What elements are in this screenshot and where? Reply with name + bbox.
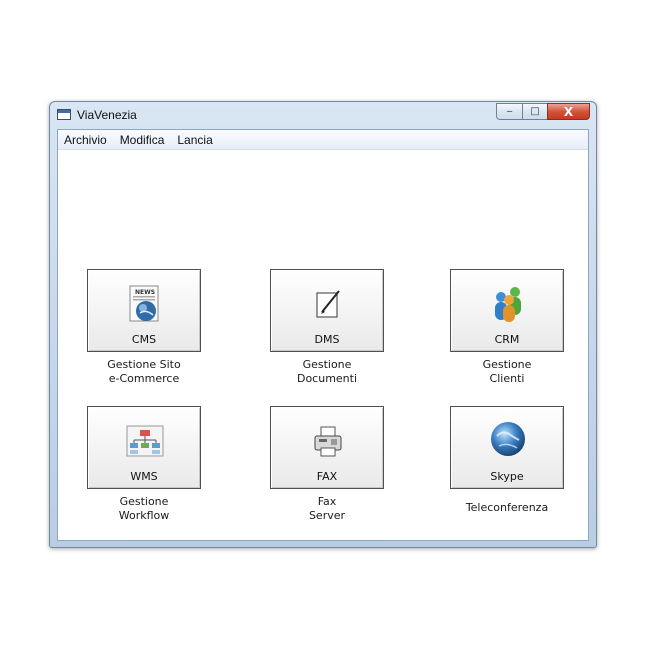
cms-caption: Gestione Sito e-Commerce [73, 358, 215, 386]
caption-buttons: ‒ □ X [496, 103, 590, 121]
crm-caption: Gestione Clienti [436, 358, 578, 386]
skype-label: Skype [490, 470, 524, 483]
menu-modifica[interactable]: Modifica [120, 133, 165, 147]
minimize-button[interactable]: ‒ [496, 103, 522, 120]
menu-lancia[interactable]: Lancia [177, 133, 212, 147]
cms-caption-line1: Gestione Sito [107, 358, 181, 371]
app-window: ViaVenezia ‒ □ X Archivio Modifica Lanci… [49, 101, 597, 548]
crm-label: CRM [494, 333, 520, 346]
fax-caption-line2: Server [308, 509, 346, 522]
fax-label: FAX [316, 470, 338, 483]
people-group-icon [495, 287, 521, 322]
crm-caption-line1: Gestione [482, 358, 532, 371]
dms-caption: Gestione Documenti [256, 358, 398, 386]
wms-caption-line2: Workflow [118, 509, 170, 522]
fax-button[interactable]: FAX [270, 406, 384, 489]
wms-caption: Gestione Workflow [73, 495, 215, 523]
menu-archivio[interactable]: Archivio [64, 133, 107, 147]
wms-label: WMS [130, 470, 158, 483]
cms-label: CMS [131, 333, 157, 346]
skype-caption: Teleconferenza [436, 501, 578, 515]
dms-caption-line2: Documenti [296, 372, 358, 385]
fax-caption-line1: Fax [317, 495, 337, 508]
app-window-icon[interactable] [57, 109, 71, 120]
globe-icon [491, 422, 525, 456]
crm-button[interactable]: CRM [450, 269, 564, 352]
wms-button[interactable]: WMS [87, 406, 201, 489]
fax-machine-icon [314, 426, 342, 457]
cms-button[interactable]: NEWS CMS [87, 269, 201, 352]
dms-caption-line1: Gestione [302, 358, 352, 371]
maximize-button[interactable]: □ [522, 103, 547, 120]
crm-caption-line2: Clienti [489, 372, 525, 385]
workflow-chart-icon [126, 425, 164, 457]
skype-caption-line1: Teleconferenza [465, 501, 549, 514]
cms-caption-line2: e-Commerce [108, 372, 180, 385]
menu-bar: Archivio Modifica Lancia [58, 130, 588, 150]
fax-caption: Fax Server [256, 495, 398, 523]
news-globe-icon: NEWS [129, 285, 159, 322]
skype-button[interactable]: Skype [450, 406, 564, 489]
client-area: Archivio Modifica Lancia NEWS CMS Gestio… [57, 129, 589, 541]
wms-caption-line1: Gestione [119, 495, 169, 508]
svg-text:NEWS: NEWS [135, 289, 155, 296]
close-button[interactable]: X [547, 103, 590, 120]
window-title: ViaVenezia [77, 108, 137, 122]
dms-button[interactable]: DMS [270, 269, 384, 352]
dms-label: DMS [314, 333, 340, 346]
title-bar[interactable]: ViaVenezia ‒ □ X [50, 102, 596, 128]
document-pen-icon [316, 290, 340, 318]
